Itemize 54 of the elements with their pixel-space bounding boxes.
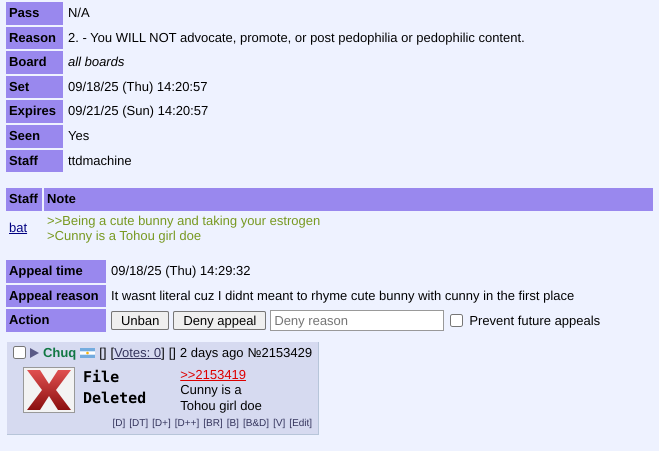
prevent-checkbox[interactable] xyxy=(450,314,464,328)
quote-link[interactable]: >>2153419 xyxy=(180,366,246,382)
field-label: Appeal time xyxy=(6,260,106,283)
mod-link[interactable]: [B] xyxy=(226,418,239,430)
post-age: 2 days ago xyxy=(180,345,244,361)
bracket-text: [ xyxy=(110,345,114,361)
post-message: Cunny is a Tohou girl doe xyxy=(180,382,263,414)
field-value: N/A xyxy=(68,5,90,20)
mod-link[interactable]: [D] xyxy=(112,418,126,430)
field-label: Seen xyxy=(6,124,63,148)
mod-link[interactable]: [B&D] xyxy=(242,418,270,430)
file-deleted-text: File xyxy=(83,366,120,388)
note-line: >Cunny is a Tohou girl doe xyxy=(47,228,202,244)
mod-link[interactable]: [V] xyxy=(273,418,286,430)
mod-link[interactable]: [D++] xyxy=(174,418,200,430)
field-label: Board xyxy=(6,51,63,74)
note-line: >>Being a cute bunny and taking your estrogen xyxy=(47,212,322,228)
unban-button[interactable]: Unban xyxy=(111,310,170,330)
post-number: №2153429 xyxy=(248,345,312,361)
mod-link[interactable]: [Edit] xyxy=(289,418,312,430)
column-header: Staff xyxy=(6,188,42,211)
field-value: 09/18/25 (Thu) 14:20:57 xyxy=(68,78,208,94)
deleted-file-icon xyxy=(23,366,75,413)
deny-button[interactable]: Deny appeal xyxy=(173,310,266,330)
field-label: Expires xyxy=(6,100,63,123)
post-checkbox[interactable] xyxy=(13,346,26,360)
staff-link[interactable]: bat xyxy=(9,220,28,236)
mod-link[interactable]: [D+] xyxy=(152,418,171,430)
field-label: Staff xyxy=(6,150,63,172)
field-value: 09/21/25 (Sun) 14:20:57 xyxy=(68,103,208,118)
flag-icon xyxy=(80,348,96,358)
poster-name: Chuq xyxy=(43,345,76,361)
field-value: all boards xyxy=(68,54,124,70)
field-value: 2. - You WILL NOT advocate, promote, or post pedophilia or pedophilic content. xyxy=(68,30,525,45)
field-label: Reason xyxy=(6,26,63,50)
file-deleted-text: Deleted xyxy=(83,388,146,409)
column-header: Note xyxy=(44,188,653,211)
field-value: Yes xyxy=(68,128,90,143)
field-value: 09/18/25 (Thu) 14:29:32 xyxy=(111,262,250,278)
checkbox-label: Prevent future appeals xyxy=(469,312,600,328)
votes-link[interactable]: Votes: 0 xyxy=(114,345,162,361)
field-label: Appeal reason xyxy=(6,284,106,308)
field-label: Action xyxy=(6,309,106,332)
bracket-text: [] xyxy=(99,345,106,361)
bracket-text: ] xyxy=(161,345,165,361)
field-value: ttdmachine xyxy=(68,152,132,168)
mod-link[interactable]: [DT] xyxy=(129,418,148,430)
field-value: It wasnt literal cuz I didnt meant to rhyme cute bunny with cunny in the first place xyxy=(111,288,574,303)
deny-reason-field[interactable]: Deny reason xyxy=(270,310,444,332)
field-label: Pass xyxy=(6,2,63,25)
mod-link[interactable]: [BR] xyxy=(203,418,223,430)
bracket-text: [] xyxy=(168,345,176,361)
expand-icon[interactable] xyxy=(30,348,39,358)
field-label: Set xyxy=(6,76,63,98)
